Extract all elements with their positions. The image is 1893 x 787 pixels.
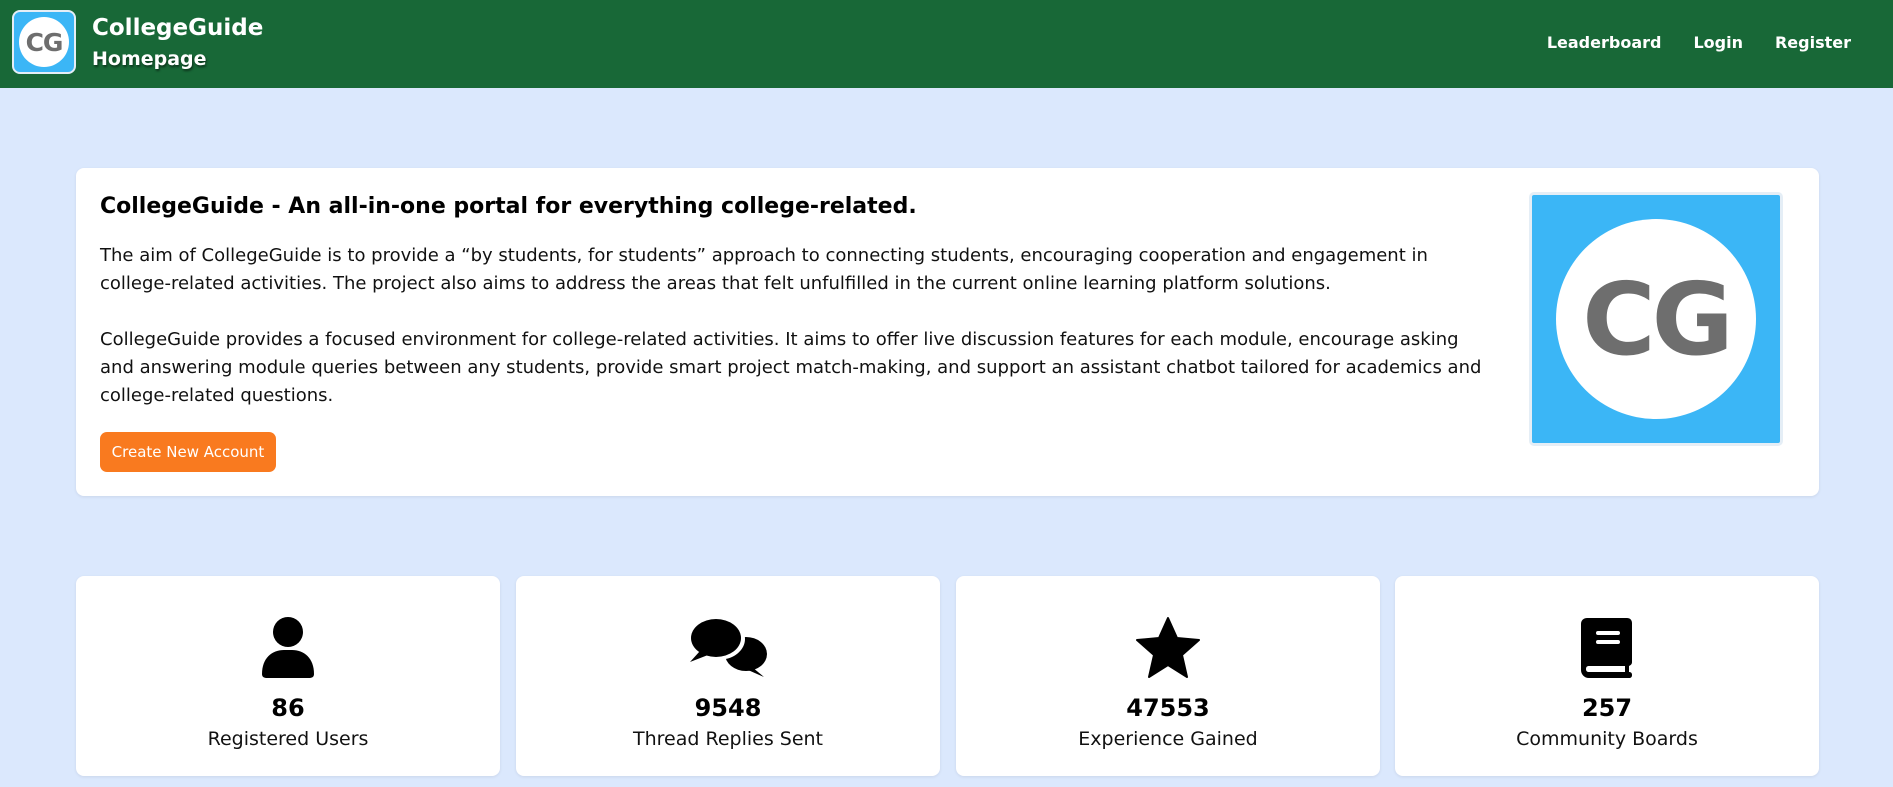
user-icon: [248, 614, 328, 680]
top-navbar: CG CollegeGuide Homepage Leaderboard Log…: [0, 0, 1893, 88]
create-account-button[interactable]: Create New Account: [100, 432, 276, 472]
star-icon: [1128, 614, 1208, 680]
logo-text: CG: [25, 27, 64, 57]
stat-card-boards: 257 Community Boards: [1395, 576, 1819, 776]
nav-leaderboard-link[interactable]: Leaderboard: [1547, 33, 1662, 52]
book-icon: [1567, 614, 1647, 680]
stat-label: Experience Gained: [1078, 728, 1258, 750]
hero-card: CollegeGuide - An all-in-one portal for …: [76, 168, 1819, 496]
hero-title: CollegeGuide - An all-in-one portal for …: [100, 194, 917, 219]
page-subtitle: Homepage: [92, 48, 207, 70]
nav-register-link[interactable]: Register: [1775, 33, 1851, 52]
main-nav: Leaderboard Login Register: [1547, 33, 1851, 52]
brand-name[interactable]: CollegeGuide: [92, 15, 263, 41]
hero-logo-circle: CG: [1556, 219, 1756, 419]
stat-card-users: 86 Registered Users: [76, 576, 500, 776]
stat-value: 47553: [1126, 694, 1210, 722]
stat-label: Community Boards: [1516, 728, 1698, 750]
hero-logo-text: CG: [1582, 260, 1733, 378]
stat-card-experience: 47553 Experience Gained: [956, 576, 1380, 776]
stat-value: 257: [1581, 694, 1633, 722]
nav-login-link[interactable]: Login: [1693, 33, 1743, 52]
stat-label: Registered Users: [207, 728, 369, 750]
stat-card-replies: 9548 Thread Replies Sent: [516, 576, 940, 776]
stat-label: Thread Replies Sent: [633, 728, 823, 750]
comments-icon: [688, 614, 768, 680]
hero-logo: CG: [1529, 192, 1783, 446]
logo-circle: CG: [19, 17, 69, 67]
hero-paragraph-features: CollegeGuide provides a focused environm…: [100, 329, 1482, 406]
hero-paragraph-aim: The aim of CollegeGuide is to provide a …: [100, 245, 1428, 294]
stat-value: 9548: [694, 694, 762, 722]
stat-value: 86: [271, 694, 305, 722]
brand-logo[interactable]: CG: [12, 10, 76, 74]
